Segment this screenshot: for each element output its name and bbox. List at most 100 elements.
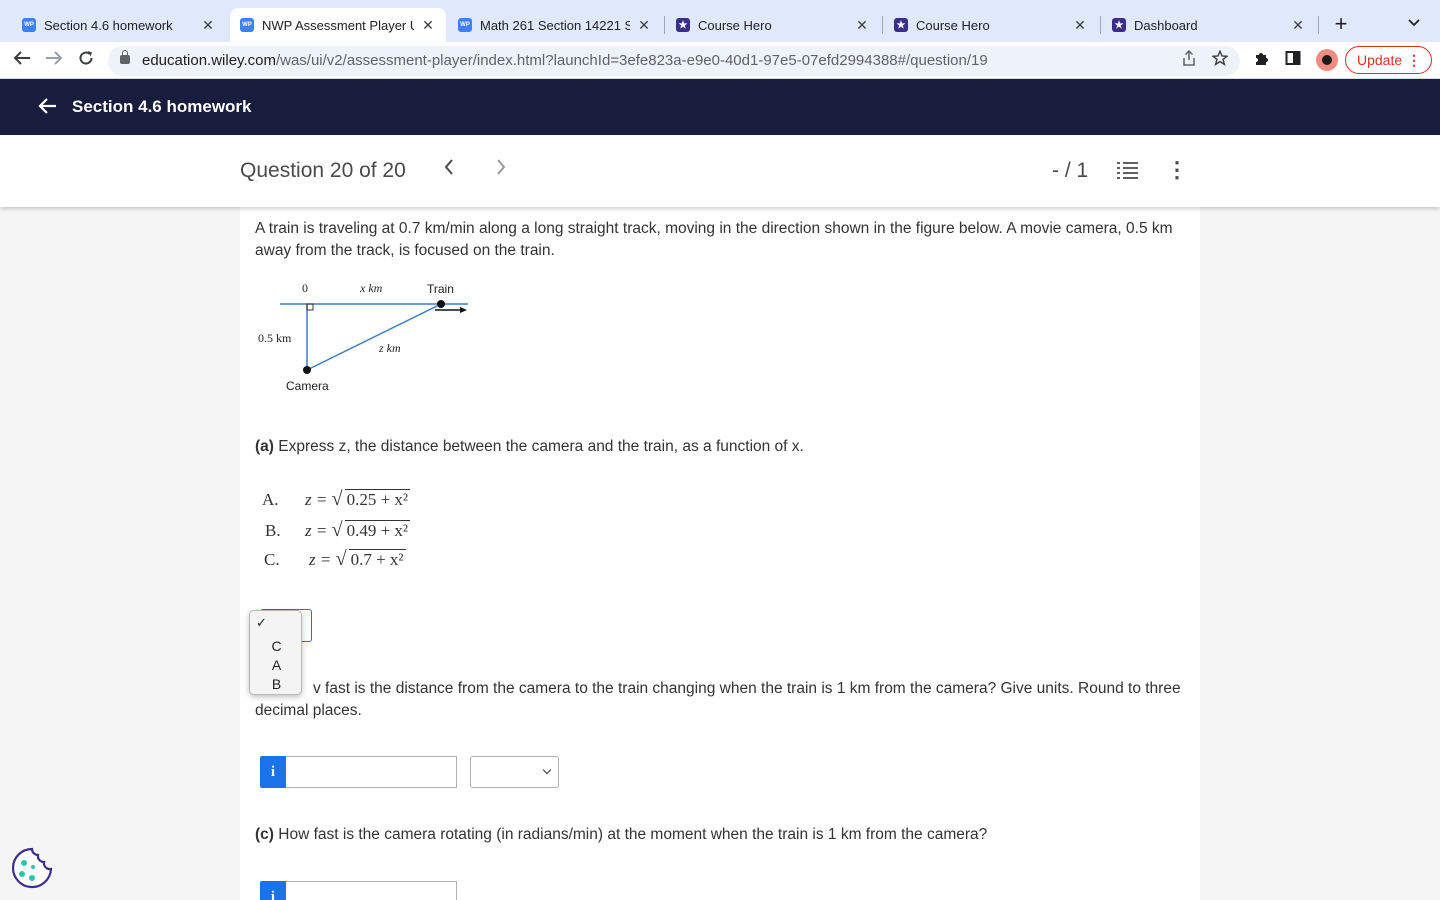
radicand: 0.25 + x² xyxy=(344,489,411,509)
previous-question-chevron-icon[interactable] xyxy=(437,155,461,183)
question-score: - / 1 xyxy=(1052,159,1089,182)
course-hero-favicon-icon: ★ xyxy=(676,18,690,32)
wiley-plus-favicon-icon: WP xyxy=(22,18,36,32)
part-c-info-icon[interactable]: i xyxy=(260,881,286,900)
url-text[interactable]: education.wiley.com/was/ui/v2/assessment… xyxy=(142,52,988,69)
part-c-text: How fast is the camera rotating (in radi… xyxy=(278,826,988,843)
url-path: /was/ui/v2/assessment-player/index.html?… xyxy=(275,52,988,69)
cookie-settings-icon[interactable] xyxy=(11,847,53,889)
update-label: Update xyxy=(1357,52,1403,68)
arrow-head xyxy=(460,307,467,313)
choice-letter: A. xyxy=(262,490,279,509)
share-icon[interactable] xyxy=(1182,49,1196,70)
tab-section-homework[interactable]: WP Section 4.6 homework ✕ xyxy=(12,8,226,42)
part-c-prompt: (c) How fast is the camera rotating (in … xyxy=(255,824,1190,846)
forward-arrow-icon[interactable] xyxy=(42,48,66,72)
extensions-puzzle-icon[interactable] xyxy=(1253,50,1269,70)
tab-close-icon[interactable]: ✕ xyxy=(200,17,216,34)
choice-letter: B. xyxy=(265,521,281,540)
more-vertical-icon[interactable]: ⋮ xyxy=(1166,157,1188,183)
choice-equation: z = 0.49 + x² xyxy=(305,519,411,542)
part-a-tag: (a) xyxy=(255,438,274,455)
figure-camera-label: Camera xyxy=(286,379,329,393)
sqrt-expression: 0.49 + x² xyxy=(332,519,411,542)
train-dot xyxy=(437,300,445,308)
tab-close-icon[interactable]: ✕ xyxy=(636,17,652,34)
back-arrow-icon[interactable] xyxy=(10,48,34,72)
tab-close-icon[interactable]: ✕ xyxy=(854,17,870,34)
radicand: 0.49 + x² xyxy=(344,520,411,540)
wiley-plus-favicon-icon: WP xyxy=(458,18,472,32)
new-tab-plus-icon[interactable]: + xyxy=(1330,12,1352,36)
question-list-icon[interactable] xyxy=(1116,161,1140,181)
choice-letter: C. xyxy=(264,550,280,569)
dropdown-option-b[interactable]: B xyxy=(250,675,303,694)
app-header: Section 4.6 homework xyxy=(0,79,1440,135)
tab-title: Math 261 Section 14221 Sp xyxy=(480,17,630,33)
checkmark-icon: ✓ xyxy=(256,615,267,630)
sqrt-expression: 0.25 + x² xyxy=(332,488,411,511)
question-counter: Question 20 of 20 xyxy=(240,159,406,182)
tab-course-hero-2[interactable]: ★ Course Hero ✕ xyxy=(884,8,1098,42)
part-a-prompt: (a) Express z, the distance between the … xyxy=(255,436,1190,458)
radicand: 0.7 + x² xyxy=(348,549,406,569)
more-vertical-icon: ⋮ xyxy=(1407,52,1421,68)
bookmark-star-icon[interactable] xyxy=(1211,49,1229,70)
tab-dashboard[interactable]: ★ Dashboard ✕ xyxy=(1102,8,1316,42)
tab-assessment-player[interactable]: WP NWP Assessment Player UI ✕ xyxy=(230,8,446,42)
update-button[interactable]: Update ⋮ xyxy=(1345,46,1432,74)
tab-search-chevron-down-icon[interactable] xyxy=(1408,14,1420,30)
part-b-info-icon[interactable]: i xyxy=(260,756,286,788)
tab-separator xyxy=(1100,16,1101,34)
lock-icon[interactable] xyxy=(120,50,130,64)
reload-icon[interactable] xyxy=(74,48,98,72)
tab-title: Dashboard xyxy=(1134,17,1198,33)
right-angle-mark xyxy=(306,303,314,311)
sqrt-expression: 0.7 + x² xyxy=(336,548,406,571)
figure-x-label: x km xyxy=(360,281,383,295)
address-bar[interactable]: education.wiley.com/was/ui/v2/assessment… xyxy=(108,46,1240,76)
dropdown-option-c[interactable]: C xyxy=(250,637,303,656)
camera-dot xyxy=(303,366,311,374)
part-c-answer-input[interactable] xyxy=(286,881,457,900)
side-panel-icon[interactable] xyxy=(1285,50,1301,70)
url-domain: education.wiley.com xyxy=(142,52,276,69)
question-intro: A train is traveling at 0.7 km/min along… xyxy=(255,220,1173,259)
tab-title: Course Hero xyxy=(916,17,990,33)
tab-course-hero-1[interactable]: ★ Course Hero ✕ xyxy=(666,8,880,42)
tab-separator xyxy=(882,16,883,34)
tab-math-261[interactable]: WP Math 261 Section 14221 Sp ✕ xyxy=(448,8,662,42)
tab-title: Section 4.6 homework xyxy=(44,17,173,33)
profile-avatar[interactable] xyxy=(1316,49,1338,71)
browser-tab-strip: WP Section 4.6 homework ✕ WP NWP Assessm… xyxy=(0,0,1440,42)
dropdown-option-a[interactable]: A xyxy=(250,656,303,675)
tab-title: Course Hero xyxy=(698,17,772,33)
choice-equation: z = 0.25 + x² xyxy=(305,488,411,511)
assignment-title[interactable]: Section 4.6 homework xyxy=(72,97,252,117)
part-b-answer-input[interactable] xyxy=(286,756,457,788)
back-arrow-icon[interactable] xyxy=(36,93,60,119)
equation-lhs: z = xyxy=(309,550,332,569)
browser-toolbar: education.wiley.com/was/ui/v2/assessment… xyxy=(0,42,1440,79)
figure-z-label: z km xyxy=(379,341,401,355)
tab-close-icon[interactable]: ✕ xyxy=(420,17,436,34)
choice-equation: z = 0.7 + x² xyxy=(309,548,406,571)
tab-title: NWP Assessment Player UI xyxy=(262,17,414,33)
equation-lhs: z = xyxy=(305,490,328,509)
tab-close-icon[interactable]: ✕ xyxy=(1072,17,1088,34)
part-b-units-select[interactable] xyxy=(470,756,559,788)
course-hero-favicon-icon: ★ xyxy=(894,18,908,32)
next-question-chevron-icon[interactable] xyxy=(489,155,513,183)
tab-close-icon[interactable]: ✕ xyxy=(1290,17,1306,34)
question-card: A train is traveling at 0.7 km/min along… xyxy=(240,207,1200,900)
tab-separator xyxy=(1318,16,1319,34)
part-a-dropdown-menu: ✓ C A B xyxy=(249,610,302,695)
part-c-tag: (c) xyxy=(255,826,274,843)
wiley-plus-favicon-icon: WP xyxy=(240,18,254,32)
equation-lhs: z = xyxy=(305,521,328,540)
figure-origin-label: 0 xyxy=(302,281,308,295)
part-b-prompt: v fast is the distance from the camera t… xyxy=(255,680,1181,719)
figure-distance-label: 0.5 km xyxy=(258,331,292,345)
course-hero-favicon-icon: ★ xyxy=(1112,18,1126,32)
tab-separator xyxy=(664,16,665,34)
